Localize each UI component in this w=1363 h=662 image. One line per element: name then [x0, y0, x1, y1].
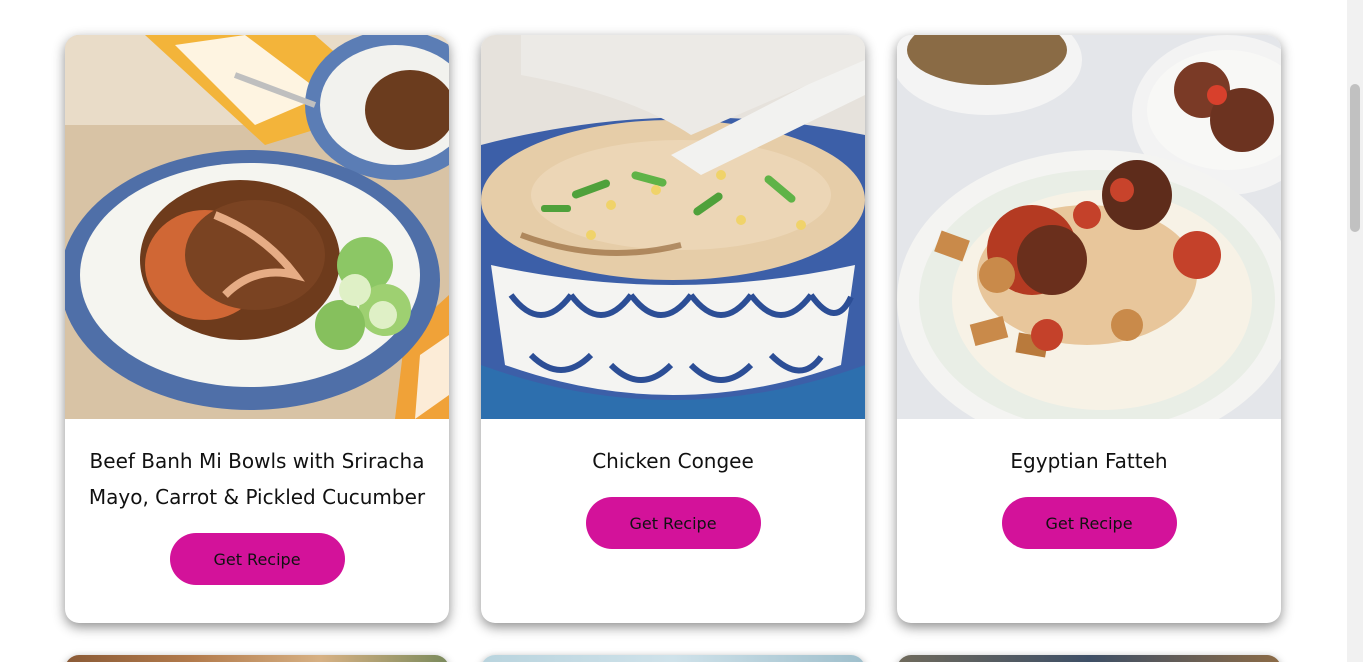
get-recipe-button[interactable]: Get Recipe — [1001, 497, 1177, 549]
recipe-card-chicken-congee: Chicken Congee Get Recipe — [481, 35, 865, 623]
recipe-card-partial[interactable] — [65, 655, 449, 662]
vertical-scrollbar[interactable] — [1347, 0, 1363, 662]
recipe-image-egyptian-fatteh — [897, 35, 1281, 419]
recipe-grid-page: Beef Banh Mi Bowls with Sriracha Mayo, C… — [0, 0, 1363, 662]
scrollbar-thumb[interactable] — [1350, 84, 1360, 232]
get-recipe-button[interactable]: Get Recipe — [169, 533, 345, 585]
recipe-title: Beef Banh Mi Bowls with Sriracha Mayo, C… — [88, 449, 426, 509]
recipe-title: Egyptian Fatteh — [1010, 449, 1168, 473]
recipe-card-beef-banh-mi: Beef Banh Mi Bowls with Sriracha Mayo, C… — [65, 35, 449, 623]
recipe-card-egyptian-fatteh: Egyptian Fatteh Get Recipe — [897, 35, 1281, 623]
recipe-card-body: Chicken Congee Get Recipe — [481, 419, 865, 549]
recipe-card-partial[interactable] — [481, 655, 865, 662]
recipe-card-partial[interactable] — [897, 655, 1281, 662]
recipe-card-body: Egyptian Fatteh Get Recipe — [897, 419, 1281, 549]
get-recipe-button[interactable]: Get Recipe — [585, 497, 761, 549]
recipe-title: Chicken Congee — [592, 449, 754, 473]
recipe-card-body: Beef Banh Mi Bowls with Sriracha Mayo, C… — [65, 419, 449, 585]
recipe-image-chicken-congee — [481, 35, 865, 419]
recipe-image-beef-banh-mi — [65, 35, 449, 419]
